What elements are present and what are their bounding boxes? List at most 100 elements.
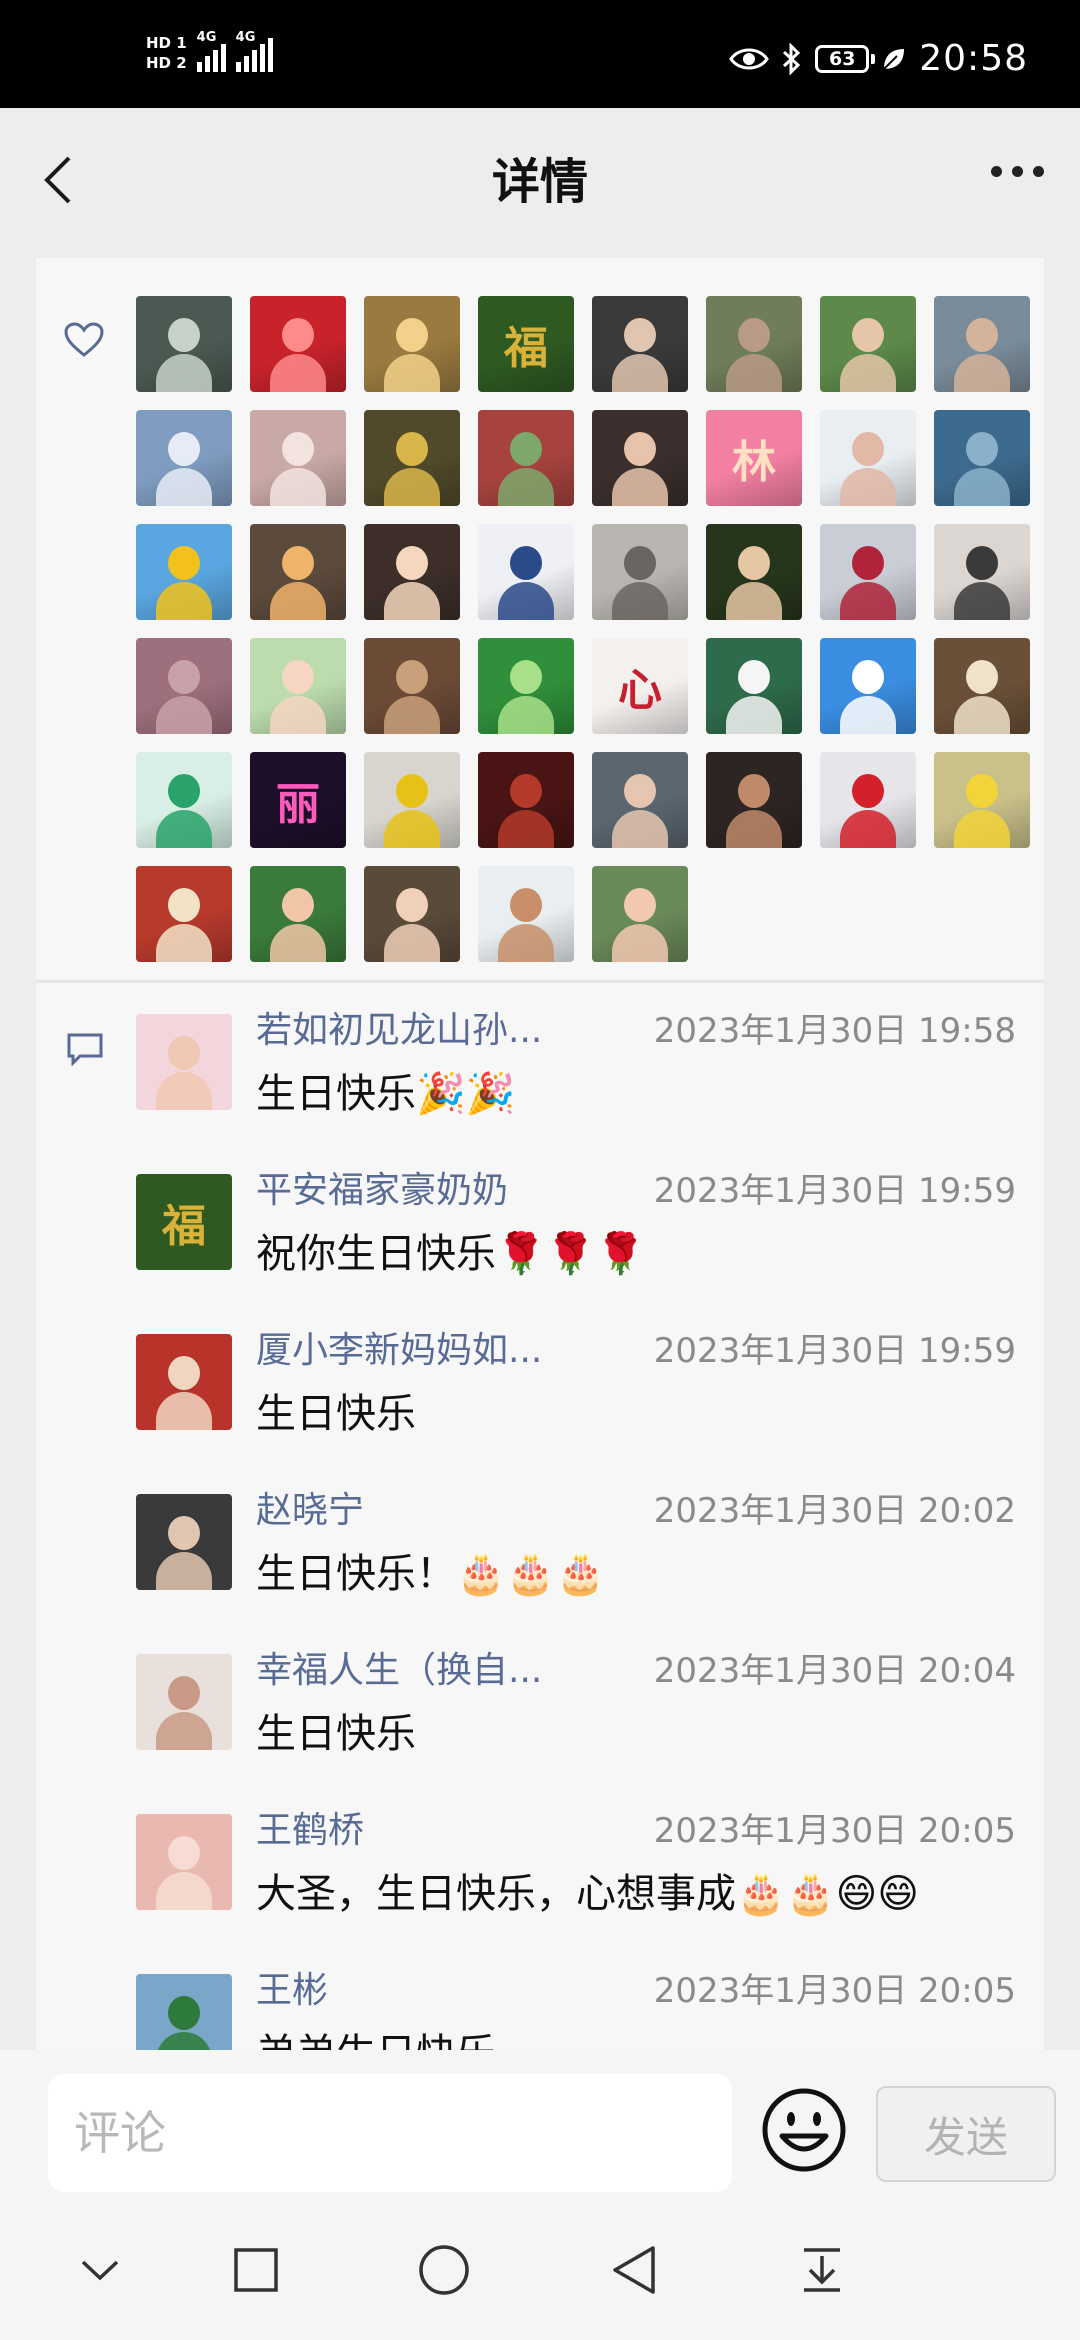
status-bar: HD 1 HD 2 4G 4G 63 20:58 — [0, 0, 1080, 108]
avatar-head — [168, 432, 200, 466]
liker-avatar[interactable] — [706, 296, 802, 392]
avatar-head — [396, 546, 428, 580]
liker-avatar[interactable] — [706, 524, 802, 620]
comment-row[interactable]: 王鹤桥 2023年1月30日 20:05 大圣，生日快乐，心想事成🎂🎂😄😄 — [136, 1808, 1016, 1968]
avatar-head — [168, 1996, 200, 2030]
commenter-avatar[interactable] — [136, 1494, 232, 1590]
liker-avatar[interactable] — [136, 638, 232, 734]
commenter-avatar[interactable] — [136, 1654, 232, 1750]
send-button[interactable]: 发送 — [876, 2086, 1056, 2182]
comment-row[interactable]: 王彬 2023年1月30日 20:05 弟弟生日快乐 — [136, 1968, 1016, 2050]
liker-avatar[interactable] — [820, 524, 916, 620]
liker-avatar[interactable] — [478, 410, 574, 506]
commenter-name[interactable]: 王彬 — [256, 1968, 586, 2014]
liker-avatar[interactable] — [478, 866, 574, 962]
liker-avatar[interactable] — [706, 752, 802, 848]
liker-avatar[interactable] — [592, 296, 688, 392]
avatar-head — [852, 318, 884, 352]
more-options-button[interactable] — [991, 166, 1044, 177]
nav-home-button[interactable] — [414, 2240, 474, 2300]
commenter-name[interactable]: 厦小李新妈妈如... — [256, 1328, 586, 1374]
more-dot — [1033, 166, 1044, 177]
avatar-body — [156, 1072, 212, 1110]
avatar-head — [396, 774, 428, 808]
commenter-avatar[interactable] — [136, 1334, 232, 1430]
commenter-name[interactable]: 赵晓宁 — [256, 1488, 586, 1534]
liker-avatar[interactable] — [478, 752, 574, 848]
liker-avatar[interactable] — [364, 410, 460, 506]
liker-avatar[interactable] — [250, 410, 346, 506]
nav-back-button[interactable] — [604, 2240, 664, 2300]
commenter-avatar[interactable] — [136, 1974, 232, 2050]
liker-avatar-grid: 福林心丽 — [136, 296, 1030, 962]
more-dot — [1012, 166, 1023, 177]
liker-avatar[interactable] — [820, 410, 916, 506]
status-right: 63 20:58 — [729, 38, 1028, 79]
liker-avatar[interactable] — [364, 524, 460, 620]
battery-indicator: 63 — [815, 44, 876, 73]
comment-row[interactable]: 幸福人生（换自... 2023年1月30日 20:04 生日快乐 — [136, 1648, 1016, 1808]
liker-avatar[interactable] — [820, 752, 916, 848]
liker-avatar[interactable] — [592, 866, 688, 962]
liker-avatar[interactable] — [478, 524, 574, 620]
liker-avatar[interactable] — [820, 296, 916, 392]
avatar-head — [624, 432, 656, 466]
liker-avatar[interactable] — [820, 638, 916, 734]
avatar-head — [738, 774, 770, 808]
commenter-name[interactable]: 幸福人生（换自... — [256, 1648, 586, 1694]
comment-row[interactable]: 厦小李新妈妈如... 2023年1月30日 19:59 生日快乐 — [136, 1328, 1016, 1488]
commenter-name[interactable]: 平安福家豪奶奶 — [256, 1168, 586, 1214]
comment-timestamp: 2023年1月30日 19:59 — [653, 1171, 1016, 1211]
comment-row[interactable]: 若如初见龙山孙... 2023年1月30日 19:58 生日快乐🎉🎉 — [136, 1008, 1016, 1168]
liker-avatar[interactable] — [364, 296, 460, 392]
comment-row[interactable]: 赵晓宁 2023年1月30日 20:02 生日快乐！🎂🎂🎂 — [136, 1488, 1016, 1648]
liker-avatar[interactable] — [364, 638, 460, 734]
liker-avatar[interactable] — [364, 866, 460, 962]
avatar-body — [384, 354, 440, 392]
avatar-glyph: 福 — [504, 323, 548, 374]
liker-avatar[interactable] — [136, 866, 232, 962]
commenter-avatar[interactable]: 福 — [136, 1174, 232, 1270]
liker-avatar[interactable] — [934, 524, 1030, 620]
nav-collapse-button[interactable] — [70, 2240, 130, 2300]
liker-avatar[interactable] — [592, 752, 688, 848]
emoji-button[interactable] — [760, 2086, 848, 2174]
liker-avatar[interactable] — [706, 638, 802, 734]
liker-avatar[interactable] — [934, 296, 1030, 392]
comment-input[interactable] — [48, 2074, 732, 2192]
liker-avatar[interactable] — [250, 296, 346, 392]
liker-avatar[interactable] — [136, 524, 232, 620]
liker-avatar[interactable] — [364, 752, 460, 848]
comment-row[interactable]: 福 平安福家豪奶奶 2023年1月30日 19:59 祝你生日快乐🌹🌹🌹 — [136, 1168, 1016, 1328]
avatar-body — [498, 810, 554, 848]
liker-avatar[interactable] — [250, 524, 346, 620]
liker-avatar[interactable] — [136, 410, 232, 506]
liker-avatar[interactable] — [592, 524, 688, 620]
avatar-body — [156, 696, 212, 734]
liker-avatar[interactable] — [250, 638, 346, 734]
comment-text: 生日快乐🎉🎉 — [256, 1071, 516, 1117]
nav-recents-button[interactable] — [226, 2240, 286, 2300]
liker-avatar[interactable] — [250, 866, 346, 962]
liker-avatar[interactable] — [136, 752, 232, 848]
liker-avatar[interactable]: 福 — [478, 296, 574, 392]
network-type-2: 4G — [235, 30, 256, 45]
liker-avatar[interactable]: 丽 — [250, 752, 346, 848]
avatar-body — [726, 696, 782, 734]
commenter-avatar[interactable] — [136, 1814, 232, 1910]
liker-avatar[interactable] — [934, 638, 1030, 734]
liker-avatar[interactable]: 林 — [706, 410, 802, 506]
liker-avatar[interactable]: 心 — [592, 638, 688, 734]
liker-avatar[interactable] — [478, 638, 574, 734]
commenter-name[interactable]: 王鹤桥 — [256, 1808, 586, 1854]
comment-timestamp: 2023年1月30日 19:59 — [653, 1331, 1016, 1371]
liker-avatar[interactable] — [592, 410, 688, 506]
avatar-head — [510, 660, 542, 694]
nav-download-button[interactable] — [792, 2240, 852, 2300]
commenter-avatar[interactable] — [136, 1014, 232, 1110]
liker-avatar[interactable] — [934, 752, 1030, 848]
commenter-name[interactable]: 若如初见龙山孙... — [256, 1008, 586, 1054]
liker-avatar[interactable] — [136, 296, 232, 392]
avatar-head — [168, 774, 200, 808]
liker-avatar[interactable] — [934, 410, 1030, 506]
